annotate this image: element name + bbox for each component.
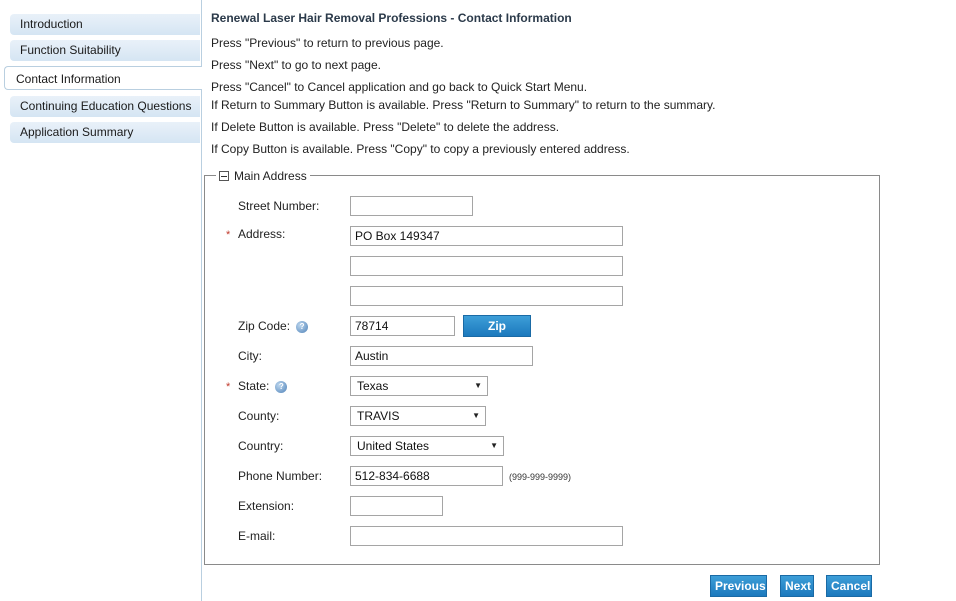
country-select-value: United States [357,439,430,453]
sidebar-item-continuing-education-questions[interactable]: Continuing Education Questions [10,96,200,117]
zip-code-label-text: Zip Code: [238,319,291,333]
extension-input[interactable] [350,496,443,516]
zip-code-label: Zip Code:? [238,319,309,333]
county-label: County: [238,409,280,423]
instruction-next: Press "Next" to go to next page. [211,58,381,72]
sidebar-item-function-suitability[interactable]: Function Suitability [10,40,200,61]
state-select-value: Texas [357,379,389,393]
main-address-legend[interactable]: Main Address [216,169,310,183]
sidebar-item-introduction[interactable]: Introduction [10,14,200,35]
collapse-minus-icon[interactable] [219,171,229,181]
zip-lookup-button[interactable]: Zip Lookup [463,315,531,353]
chevron-down-icon: ▼ [474,381,482,390]
phone-number-label: Phone Number: [238,469,323,483]
instruction-previous: Press "Previous" to return to previous p… [211,36,444,50]
city-label: City: [238,349,262,363]
city-input[interactable] [350,346,533,366]
county-select-value: TRAVIS [357,409,400,423]
street-number-label: Street Number: [238,199,320,213]
address-label: Address: [238,227,286,241]
street-number-input[interactable] [350,196,473,216]
instruction-cancel: Press "Cancel" to Cancel application and… [211,80,588,94]
extension-label: Extension: [238,499,295,513]
instruction-copy: If Copy Button is available. Press "Copy… [211,142,630,156]
required-marker: * [226,229,231,241]
state-label-text: State: [238,379,270,393]
help-icon[interactable]: ? [275,380,288,393]
cancel-button[interactable]: Cancel [826,575,872,597]
phone-format-hint: (999-999-9999) [509,472,572,482]
page-title: Renewal Laser Hair Removal Professions -… [211,11,572,25]
zip-code-input[interactable] [350,316,455,336]
state-label: State:? [238,379,288,393]
next-button[interactable]: Next [780,575,814,597]
address-line2-input[interactable] [350,256,623,276]
chevron-down-icon: ▼ [472,411,480,420]
email-input[interactable] [350,526,623,546]
instruction-delete: If Delete Button is available. Press "De… [211,120,560,134]
instruction-return-to-summary: If Return to Summary Button is available… [211,98,716,112]
legend-label: Main Address [234,169,307,183]
sidebar: Introduction Function Suitability Contac… [0,0,202,601]
sidebar-item-application-summary[interactable]: Application Summary [10,122,200,143]
sidebar-item-contact-information[interactable]: Contact Information [4,66,202,90]
country-label: Country: [238,439,284,453]
previous-button[interactable]: Previous [710,575,767,597]
email-label: E-mail: [238,529,276,543]
state-select[interactable]: Texas ▼ [350,376,488,396]
phone-number-input[interactable] [350,466,503,486]
required-marker: * [226,381,231,393]
chevron-down-icon: ▼ [490,441,498,450]
county-select[interactable]: TRAVIS ▼ [350,406,486,426]
help-icon[interactable]: ? [296,320,309,333]
country-select[interactable]: United States ▼ [350,436,504,456]
address-line1-input[interactable] [350,226,623,246]
address-line3-input[interactable] [350,286,623,306]
